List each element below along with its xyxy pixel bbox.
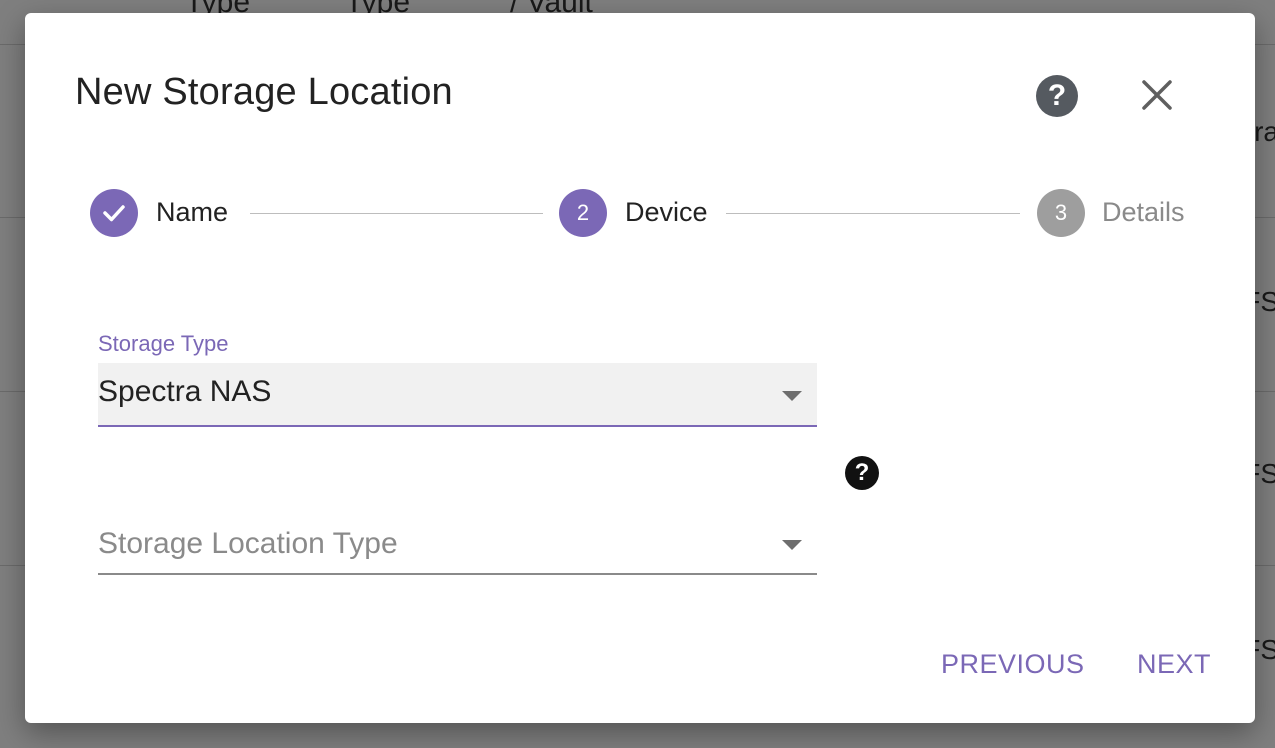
help-button[interactable]: ? (1036, 75, 1078, 117)
storage-location-type-help-icon[interactable]: ? (845, 456, 879, 490)
dropdown-arrow-icon (782, 391, 802, 401)
new-storage-location-dialog: New Storage Location ? Name 2 Device 3 D… (25, 13, 1255, 723)
step-connector (250, 213, 543, 214)
storage-location-type-select[interactable]: Storage Location Type (98, 521, 817, 575)
dialog-title: New Storage Location (75, 71, 453, 113)
storage-type-value: Spectra NAS (98, 375, 272, 408)
step-1-label: Name (156, 197, 229, 227)
step-connector (726, 213, 1020, 214)
step-3-number: 3 (1054, 200, 1068, 225)
close-button[interactable] (1137, 75, 1177, 115)
step-2-active-circle[interactable]: 2 (559, 189, 607, 237)
storage-location-type-placeholder: Storage Location Type (98, 527, 398, 560)
storage-type-select[interactable]: Spectra NAS (98, 363, 817, 427)
next-button[interactable]: NEXT (1137, 649, 1211, 680)
stepper: Name 2 Device 3 Details (25, 189, 1255, 239)
dropdown-arrow-icon (782, 540, 802, 550)
question-circle-icon: ? (1047, 79, 1067, 112)
storage-type-label: Storage Type (98, 331, 229, 356)
step-3-label: Details (1102, 197, 1185, 227)
step-2-number: 2 (576, 200, 590, 225)
step-2-label: Device (625, 197, 708, 227)
close-icon (1142, 80, 1172, 110)
previous-button[interactable]: PREVIOUS (941, 649, 1085, 680)
step-3-inactive-circle: 3 (1037, 189, 1085, 237)
step-1-completed-circle[interactable] (90, 189, 138, 237)
check-icon (103, 205, 125, 222)
question-icon: ? (854, 459, 870, 486)
